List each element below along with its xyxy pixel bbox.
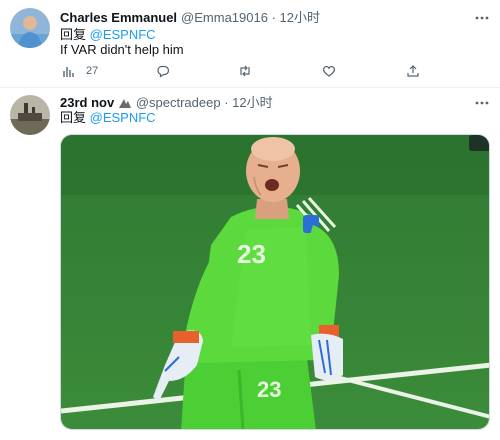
share-button[interactable] — [406, 62, 420, 80]
tweet[interactable]: 23rd nov @spectradeep · 12小时 回复 @ESPNFC — [0, 88, 500, 440]
avatar-image — [10, 8, 50, 48]
reply-mention-link[interactable]: @ESPNFC — [90, 110, 156, 125]
retweet-button[interactable] — [238, 62, 252, 80]
shirt-number-chest: 23 — [237, 239, 266, 269]
avatar[interactable] — [10, 95, 50, 135]
author-name[interactable]: 23rd nov — [60, 95, 114, 110]
author-name[interactable]: Charles Emmanuel — [60, 10, 177, 25]
reply-prefix: 回复 — [60, 27, 87, 42]
analytics-button[interactable]: 27 — [62, 62, 98, 80]
timestamp[interactable]: 12小时 — [232, 95, 272, 110]
tweet-actions: 27 — [60, 62, 440, 80]
analytics-count: 27 — [86, 65, 99, 77]
like-icon — [322, 65, 336, 77]
separator: · — [271, 10, 276, 25]
reply-button[interactable] — [156, 62, 170, 80]
reply-icon — [157, 65, 170, 78]
reply-mention-link[interactable]: @ESPNFC — [90, 27, 156, 42]
timestamp[interactable]: 12小时 — [280, 10, 320, 25]
reply-context: 回复 @ESPNFC — [60, 27, 156, 43]
tweet-header: Charles Emmanuel @Emma19016 · 12小时 — [60, 10, 320, 26]
goalkeeper-photo: 23 23 — [61, 135, 489, 429]
tweet[interactable]: Charles Emmanuel @Emma19016 · 12小时 回复 @ES… — [0, 0, 500, 88]
author-handle[interactable]: @Emma19016 — [181, 10, 268, 25]
retweet-icon — [240, 65, 250, 77]
more-icon[interactable] — [474, 95, 490, 111]
separator: · — [224, 95, 229, 110]
like-button[interactable] — [322, 62, 336, 80]
share-icon — [407, 65, 419, 77]
shirt-number-shorts: 23 — [257, 377, 281, 402]
avatar[interactable] — [10, 8, 50, 48]
tweet-text: If VAR didn't help him — [60, 42, 184, 57]
reply-prefix: 回复 — [60, 110, 87, 125]
more-icon[interactable] — [474, 10, 490, 26]
reply-context: 回复 @ESPNFC — [60, 110, 156, 126]
tweet-media[interactable]: 23 23 — [60, 134, 490, 430]
avatar-image — [10, 95, 50, 135]
analytics-icon — [63, 67, 74, 77]
author-handle[interactable]: @spectradeep — [136, 95, 221, 110]
